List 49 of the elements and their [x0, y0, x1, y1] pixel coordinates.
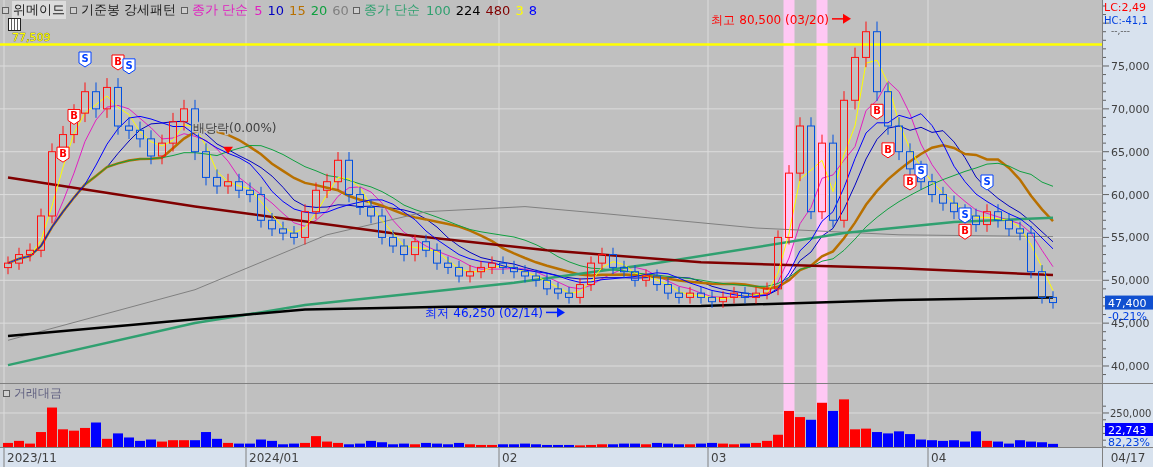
- sell-signal-marker: S: [980, 174, 994, 191]
- indicator-value: --,---: [1111, 26, 1131, 36]
- axis-label: 70,000: [1111, 102, 1150, 116]
- buy-signal-marker: B: [56, 146, 70, 163]
- indicator-value: HC:-41,1: [1104, 15, 1148, 26]
- axis-label: 250,000: [1110, 408, 1152, 419]
- period-label[interactable]: 8: [528, 2, 537, 18]
- axis-label: 40,000: [1111, 360, 1150, 373]
- period-label[interactable]: 15: [289, 2, 306, 18]
- buy-signal-marker: B: [67, 108, 81, 125]
- axis-label: 04: [931, 451, 947, 465]
- legend-label[interactable]: 종가 단순: [191, 1, 250, 19]
- sell-signal-marker: S: [122, 58, 136, 75]
- period-label[interactable]: 100: [425, 2, 451, 18]
- level-label: 77,509: [12, 31, 51, 45]
- axis-label: 55,000: [1111, 231, 1150, 245]
- current-price-label: 47,400: [1105, 295, 1153, 310]
- period-label[interactable]: 10: [267, 2, 285, 18]
- sell-signal-marker: S: [78, 51, 92, 68]
- axis-label: 03: [711, 451, 727, 465]
- legend-label[interactable]: 기준봉 강세패턴: [80, 1, 178, 19]
- legend-label[interactable]: 위메이드: [12, 1, 66, 19]
- annotation-label: 최저 46,250 (02/14): [425, 306, 543, 321]
- buy-signal-marker: B: [903, 174, 917, 191]
- sell-signal-marker: S: [958, 207, 972, 224]
- annotation-label: 최고 80,500 (03/20): [711, 12, 829, 27]
- legend-label[interactable]: 종가 단순: [362, 1, 421, 19]
- indicator-value: LC:2,49: [1104, 1, 1146, 14]
- buy-signal-marker: B: [881, 142, 895, 159]
- axis-label: 2024/01: [249, 451, 299, 465]
- axis-label: 2023/11: [7, 451, 57, 465]
- period-label[interactable]: 3: [515, 2, 524, 18]
- current-volume-label: 22,743: [1105, 423, 1153, 437]
- axis-label: 75,000: [1111, 60, 1150, 73]
- axis-label: 65,000: [1111, 145, 1150, 159]
- date-label: 04/17: [1110, 450, 1146, 465]
- buy-signal-marker: B: [958, 223, 972, 240]
- period-label[interactable]: 20: [310, 2, 328, 18]
- period-label[interactable]: 5: [254, 2, 263, 18]
- ratio-label: 82,23%: [1108, 436, 1150, 447]
- axis-label: 60,000: [1111, 188, 1150, 202]
- indicator-label: 거래대금: [14, 385, 62, 402]
- period-label[interactable]: 60: [332, 2, 349, 18]
- axis-label: 50,000: [1111, 274, 1150, 288]
- period-label[interactable]: 480: [485, 2, 511, 18]
- period-label[interactable]: 224: [455, 2, 481, 18]
- sell-signal-marker: S: [914, 163, 928, 180]
- buy-signal-marker: B: [870, 103, 884, 120]
- axis-label: 02: [502, 451, 518, 465]
